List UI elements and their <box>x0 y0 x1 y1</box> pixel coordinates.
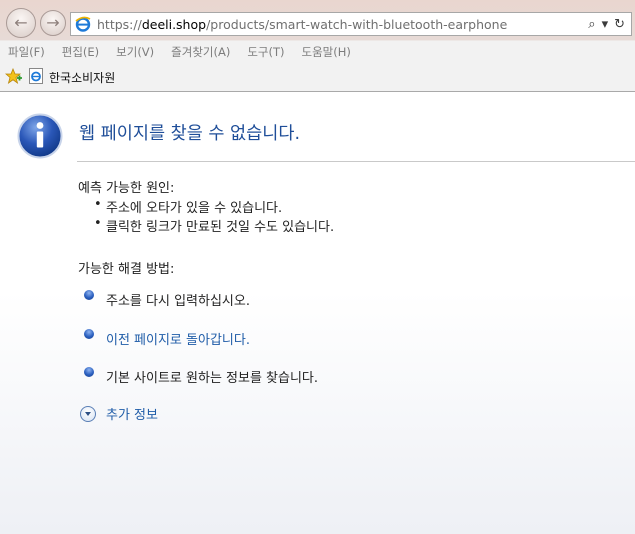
page-title: 웹 페이지를 찾을 수 없습니다. <box>79 124 301 144</box>
menu-item-favorites[interactable]: 즐겨찾기(A) <box>171 44 230 60</box>
menu-item-file[interactable]: 파일(F) <box>8 44 45 60</box>
url-prefix: https:// <box>97 16 142 32</box>
more-info-toggle[interactable]: 추가 정보 <box>80 404 158 423</box>
back-button[interactable]: ← <box>6 8 36 38</box>
favorite-item-label[interactable]: 한국소비자원 <box>49 69 115 86</box>
go-back-link[interactable]: 이전 페이지로 돌아갑니다. <box>106 329 250 348</box>
menu-item-tools[interactable]: 도구(T) <box>247 44 284 60</box>
solution-search-text: 기본 사이트로 원하는 정보를 찾습니다. <box>106 370 319 386</box>
url-text[interactable]: https://deeli.shop/products/smart-watch-… <box>97 17 588 32</box>
arrow-right-icon: → <box>46 13 60 32</box>
chevron-down-icon <box>80 405 96 422</box>
forward-button[interactable]: → <box>40 10 66 36</box>
search-icon[interactable]: ⌕ <box>588 17 595 32</box>
error-page: 웹 페이지를 찾을 수 없습니다. 예측 가능한 원인: 주소에 오타가 있을 … <box>0 92 635 534</box>
url-path: /products/smart-watch-with-bluetooth-ear… <box>206 16 508 32</box>
navigation-bar: ← → https://deeli.shop/products/smart-wa… <box>0 0 635 40</box>
favorites-bar: 한국소비자원 <box>0 64 635 90</box>
solution-item: 주소를 다시 입력하십시오. <box>84 289 250 309</box>
address-bar[interactable]: https://deeli.shop/products/smart-watch-… <box>70 12 632 36</box>
cause-item: 클릭한 링크가 만료된 것일 수도 있습니다. <box>94 216 334 235</box>
title-divider <box>77 161 635 162</box>
bullet-icon <box>84 329 94 339</box>
cause-item: 주소에 오타가 있을 수 있습니다. <box>94 197 282 216</box>
favorite-site-icon <box>29 67 43 87</box>
address-tools: ⌕ ▾ ↻ <box>588 17 631 32</box>
browser-chrome: ← → https://deeli.shop/products/smart-wa… <box>0 0 635 92</box>
bullet-icon <box>84 367 94 377</box>
refresh-icon[interactable]: ↻ <box>614 17 625 32</box>
menu-bar: 파일(F) 편집(E) 보기(V) 즐겨찾기(A) 도구(T) 도움말(H) <box>0 42 635 62</box>
arrow-left-icon: ← <box>14 13 28 32</box>
more-info-label[interactable]: 추가 정보 <box>106 404 158 423</box>
chevron-down-icon[interactable]: ▾ <box>602 17 609 32</box>
solutions-heading: 가능한 해결 방법: <box>78 262 175 277</box>
menu-item-edit[interactable]: 편집(E) <box>62 44 99 60</box>
ie-logo-icon <box>75 16 91 32</box>
menu-item-help[interactable]: 도움말(H) <box>302 44 351 60</box>
bullet-icon <box>84 290 94 300</box>
solution-item: 이전 페이지로 돌아갑니다. <box>84 328 250 348</box>
favorites-star-icon[interactable] <box>4 67 23 87</box>
causes-heading: 예측 가능한 원인: <box>78 181 175 196</box>
solution-retype-text: 주소를 다시 입력하십시오. <box>106 293 250 309</box>
solution-item: 기본 사이트로 원하는 정보를 찾습니다. <box>84 366 318 386</box>
url-domain: deeli.shop <box>141 16 207 32</box>
info-icon <box>17 113 63 159</box>
menu-item-view[interactable]: 보기(V) <box>116 44 154 60</box>
